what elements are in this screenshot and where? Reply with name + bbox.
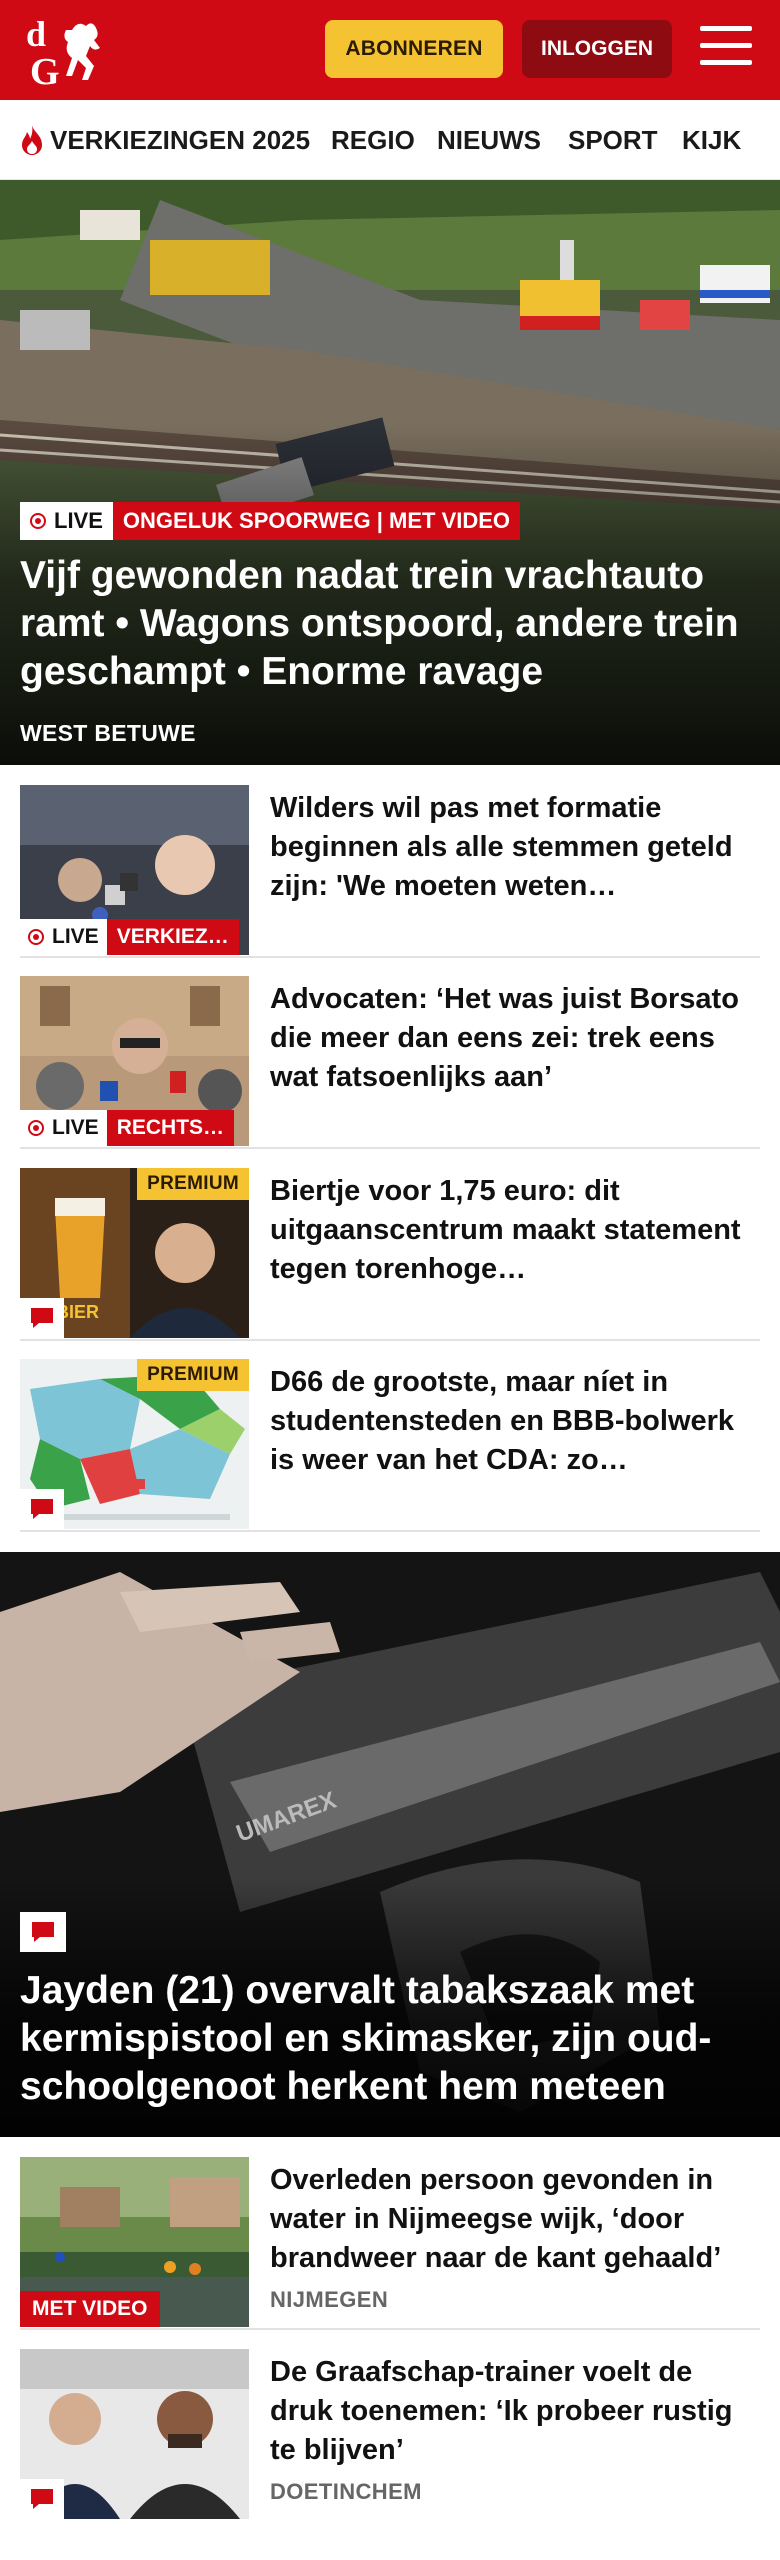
- live-badge: LIVE: [20, 502, 113, 540]
- premium-badge: PREMIUM: [137, 1168, 249, 1200]
- article-title[interactable]: D66 de grootste, maar níet in studentens…: [270, 1363, 760, 1480]
- premium-badge: PREMIUM: [137, 1359, 249, 1391]
- comment-icon: [20, 2479, 64, 2519]
- feature-article[interactable]: UMAREX Jayden (21) overvalt tabakszaak m…: [0, 1552, 780, 2137]
- category-label: RECHTS…: [106, 1110, 235, 1146]
- nav-item-regio[interactable]: REGIO: [331, 100, 415, 179]
- article-title[interactable]: De Graafschap-trainer voelt de druk toen…: [270, 2353, 760, 2470]
- login-button[interactable]: INLOGGEN: [522, 20, 672, 78]
- comment-icon: [20, 1489, 64, 1529]
- menu-icon[interactable]: [700, 26, 752, 70]
- nav-item-kijk[interactable]: KIJK: [682, 100, 741, 179]
- live-dot-icon: [30, 513, 46, 529]
- hero-location: WEST BETUWE: [20, 720, 196, 746]
- main-nav: VERKIEZINGEN 2025 REGIO NIEUWS SPORT KIJ…: [0, 100, 780, 180]
- article-title[interactable]: Advocaten: ‘Het was juist Borsato die me…: [270, 980, 760, 1097]
- article-thumbnail: BIER PREMIUM: [20, 1168, 249, 1338]
- list-item[interactable]: LIVE VERKIEZ… Wilders wil pas met format…: [20, 773, 760, 958]
- article-thumbnail: [20, 2349, 249, 2519]
- nav-item-verkiezingen[interactable]: VERKIEZINGEN 2025: [18, 100, 311, 179]
- nav-label: VERKIEZINGEN 2025: [50, 124, 311, 155]
- svg-text:G: G: [30, 51, 60, 88]
- article-location: DOETINCHEM: [270, 2479, 422, 2504]
- subscribe-button[interactable]: ABONNEREN: [325, 20, 503, 78]
- live-badge: LIVE: [20, 919, 107, 955]
- live-dot-icon: [28, 1120, 44, 1136]
- hero-tags: LIVE ONGELUK SPOORWEG | MET VIDEO: [20, 502, 521, 540]
- feature-title[interactable]: Jayden (21) overvalt tabakszaak met kerm…: [20, 1967, 765, 2111]
- video-badge: MET VIDEO: [20, 2291, 160, 2327]
- live-badge: LIVE: [20, 1110, 107, 1146]
- article-thumbnail: MET VIDEO: [20, 2157, 249, 2327]
- comment-icon: [20, 1912, 66, 1952]
- nav-item-nieuws[interactable]: NIEUWS: [437, 100, 541, 179]
- category-label: ONGELUK SPOORWEG | MET VIDEO: [112, 502, 521, 540]
- article-thumbnail: PREMIUM: [20, 1359, 249, 1529]
- article-title[interactable]: Overleden persoon gevonden in water in N…: [270, 2161, 760, 2278]
- nav-item-sport[interactable]: SPORT: [568, 100, 658, 179]
- hero-article[interactable]: LIVE ONGELUK SPOORWEG | MET VIDEO Vijf g…: [0, 180, 780, 765]
- logo[interactable]: d G: [24, 12, 116, 93]
- article-thumbnail: LIVE RECHTS…: [20, 976, 249, 1146]
- category-label: VERKIEZ…: [106, 919, 239, 955]
- list-item[interactable]: LIVE RECHTS… Advocaten: ‘Het was juist B…: [20, 964, 760, 1149]
- article-thumbnail: LIVE VERKIEZ…: [20, 785, 249, 955]
- comment-icon: [20, 1298, 64, 1338]
- flame-icon: [22, 125, 42, 155]
- site-header: d G ABONNEREN INLOGGEN: [0, 0, 780, 100]
- list-item[interactable]: BIER PREMIUM Biertje voor 1,75 euro: dit…: [20, 1156, 760, 1341]
- article-location: NIJMEGEN: [270, 2287, 389, 2312]
- hero-title[interactable]: Vijf gewonden nadat trein vrachtauto ram…: [20, 552, 765, 696]
- article-title[interactable]: Biertje voor 1,75 euro: dit uitgaanscent…: [270, 1172, 760, 1289]
- list-item[interactable]: MET VIDEO Overleden persoon gevonden in …: [20, 2145, 760, 2330]
- live-dot-icon: [28, 929, 44, 945]
- svg-text:d: d: [26, 14, 46, 54]
- list-item[interactable]: PREMIUM D66 de grootste, maar níet in st…: [20, 1347, 760, 1532]
- list-item[interactable]: De Graafschap-trainer voelt de druk toen…: [20, 2337, 760, 2537]
- article-title[interactable]: Wilders wil pas met formatie beginnen al…: [270, 789, 760, 906]
